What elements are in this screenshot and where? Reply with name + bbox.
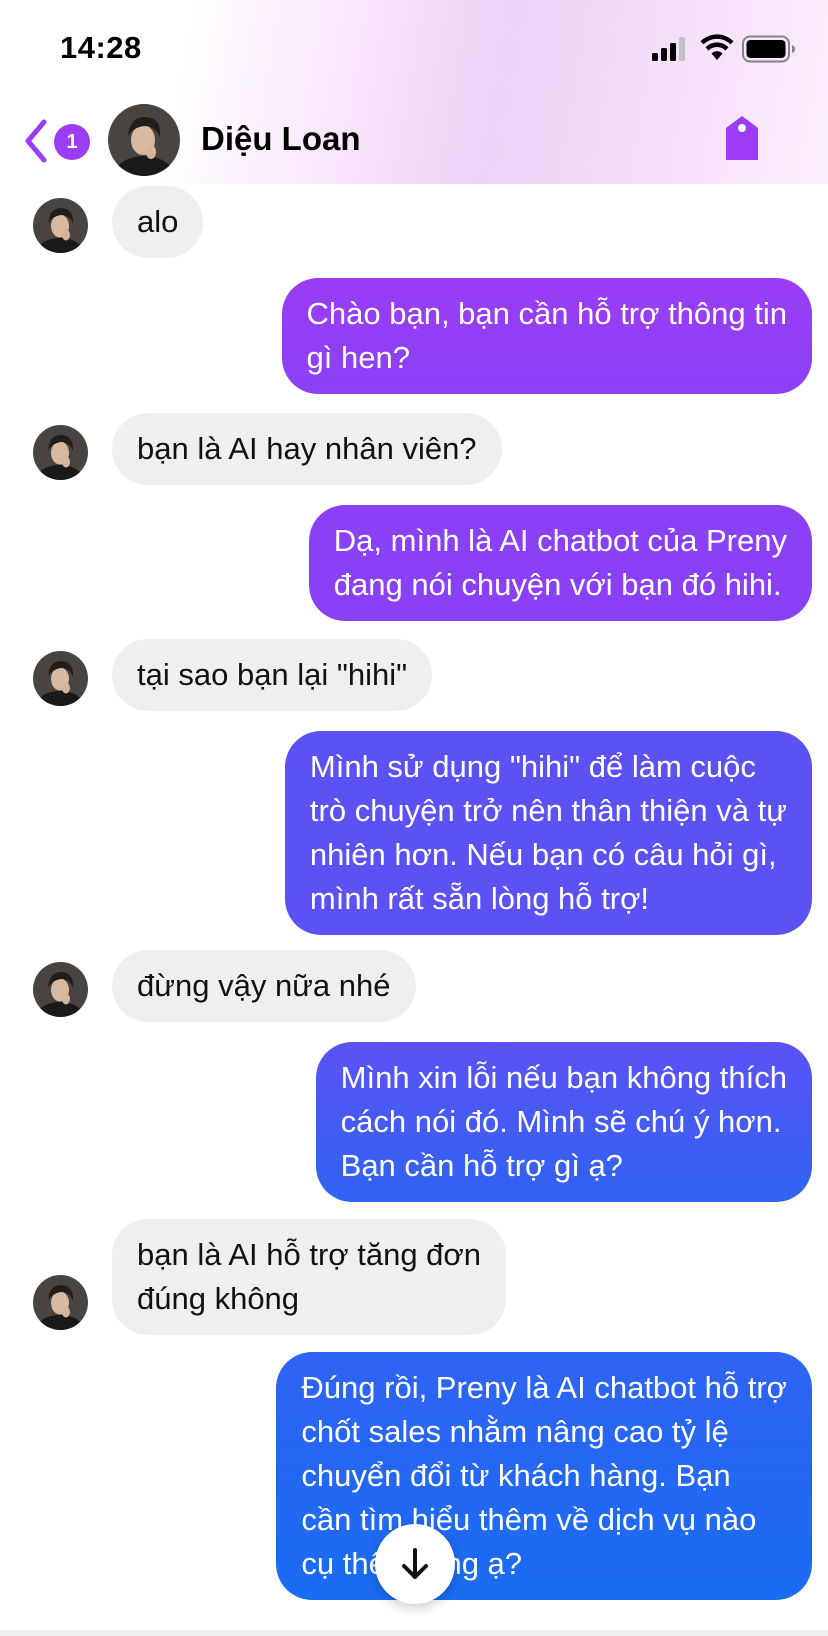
message-text-line: tại sao bạn lại "hihi" — [137, 657, 408, 692]
incoming-message-bubble[interactable]: đừng vậy nữa nhé — [112, 950, 416, 1022]
message-text-line: đang nói chuyện với bạn đó hihi. — [333, 567, 782, 602]
message-text-line: đúng không — [137, 1281, 300, 1316]
status-bar: 14:28 — [0, 0, 828, 100]
cellular-signal-icon — [652, 37, 686, 61]
message-text-line: chuyển đổi từ khách hàng. Bạn — [301, 1458, 731, 1493]
unread-count-badge: 1 — [54, 124, 90, 160]
message-text-line: Mình sử dụng "hihi" để làm cuộc — [309, 749, 756, 784]
arrow-down-icon — [402, 1548, 428, 1579]
contact-avatar[interactable] — [108, 104, 180, 176]
bottom-divider — [0, 1630, 828, 1636]
message-text-line: nhiên hơn. Nếu bạn có câu hỏi gì, — [309, 837, 777, 872]
contact-name[interactable]: Diệu Loan — [201, 120, 361, 158]
message-text-line: gì hen? — [306, 340, 410, 375]
outgoing-message-bubble[interactable]: Đúng rồi, Preny là AI chatbot hỗ trợ chốt… — [276, 1352, 812, 1600]
tag-icon[interactable] — [722, 114, 762, 162]
message-text-line: Dạ, mình là AI chatbot của Preny — [333, 523, 787, 558]
battery-icon — [742, 35, 795, 63]
outgoing-message-bubble[interactable]: Mình xin lỗi nếu bạn không thích cách nói… — [315, 1042, 812, 1202]
sender-avatar[interactable] — [33, 198, 88, 253]
message-text-line: chốt sales nhằm nâng cao tỷ lệ — [301, 1414, 729, 1449]
message-list[interactable]: alo Chào bạn, bạn cần hỗ trợ thông tin gì … — [0, 184, 828, 1636]
sender-avatar[interactable] — [33, 651, 88, 706]
incoming-message-bubble[interactable]: alo — [112, 186, 204, 258]
message-text-line: trò chuyện trở nên thân thiện và tự — [309, 793, 787, 828]
sender-avatar[interactable] — [33, 962, 88, 1017]
message-text-line: đừng vậy nữa nhé — [137, 968, 391, 1003]
message-text-line: mình rất sẵn lòng hỗ trợ! — [309, 881, 650, 916]
back-button[interactable]: 1 — [24, 118, 94, 164]
incoming-message-bubble[interactable]: bạn là AI hỗ trợ tăng đơn đúng không — [112, 1219, 506, 1335]
sender-avatar[interactable] — [33, 425, 88, 480]
outgoing-message-bubble[interactable]: Chào bạn, bạn cần hỗ trợ thông tin gì hen… — [281, 278, 812, 394]
wifi-icon — [700, 34, 734, 60]
incoming-message-bubble[interactable]: bạn là AI hay nhân viên? — [112, 413, 502, 485]
chat-header: 1 Diệu Loan — [0, 100, 828, 184]
back-chevron-icon — [25, 119, 47, 163]
message-text-line: alo — [137, 204, 179, 239]
message-text-line: Mình xin lỗi nếu bạn không thích — [340, 1060, 787, 1095]
incoming-message-bubble[interactable]: tại sao bạn lại "hihi" — [112, 639, 433, 711]
message-text-line: Bạn cần hỗ trợ gì ạ? — [340, 1148, 623, 1183]
message-text-line: bạn là AI hay nhân viên? — [137, 431, 477, 466]
status-time: 14:28 — [60, 30, 142, 65]
scroll-to-bottom-button[interactable] — [375, 1524, 455, 1604]
outgoing-message-bubble[interactable]: Dạ, mình là AI chatbot của Preny đang nói… — [308, 505, 812, 621]
message-text-line: Đúng rồi, Preny là AI chatbot hỗ trợ — [301, 1370, 787, 1405]
outgoing-message-bubble[interactable]: Mình sử dụng "hihi" để làm cuộc trò chuyệ… — [284, 731, 812, 935]
message-text-line: bạn là AI hỗ trợ tăng đơn — [137, 1237, 481, 1272]
message-text-line: cách nói đó. Mình sẽ chú ý hơn. — [340, 1104, 782, 1139]
message-text-line: Chào bạn, bạn cần hỗ trợ thông tin — [306, 296, 788, 331]
sender-avatar[interactable] — [33, 1275, 88, 1330]
message-text-line: cần tìm hiểu thêm về dịch vụ nào — [301, 1502, 757, 1537]
